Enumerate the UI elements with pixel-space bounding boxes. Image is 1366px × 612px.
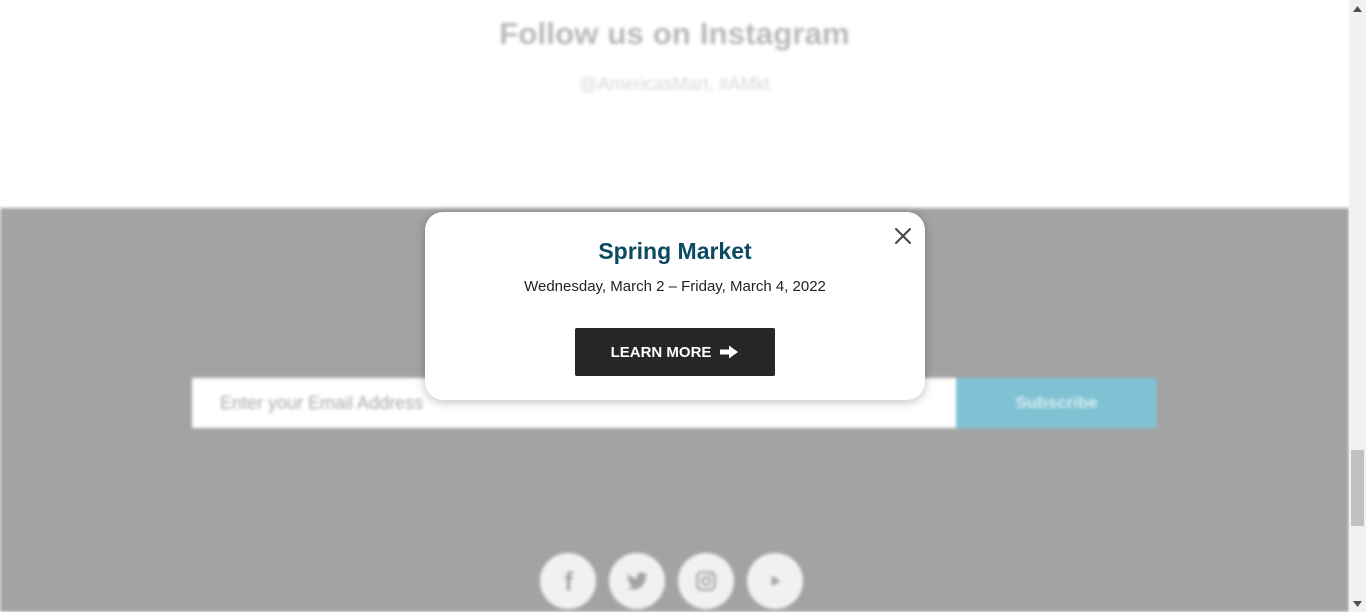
modal-title: Spring Market: [598, 238, 752, 264]
spring-market-modal: Spring Market Wednesday, March 2 – Frida…: [425, 212, 925, 400]
learn-more-label: LEARN MORE: [610, 343, 712, 361]
modal-date: Wednesday, March 2 – Friday, March 4, 20…: [524, 278, 826, 295]
vertical-scrollbar[interactable]: [1349, 0, 1366, 612]
page: Follow us on Instagram @AmericasMart, #A…: [0, 0, 1349, 612]
scroll-down-icon[interactable]: [1349, 595, 1366, 612]
arrow-right-icon: [720, 345, 739, 359]
scrollbar-thumb[interactable]: [1351, 450, 1364, 526]
learn-more-button[interactable]: LEARN MORE: [575, 328, 775, 376]
scroll-up-icon[interactable]: [1349, 0, 1366, 17]
